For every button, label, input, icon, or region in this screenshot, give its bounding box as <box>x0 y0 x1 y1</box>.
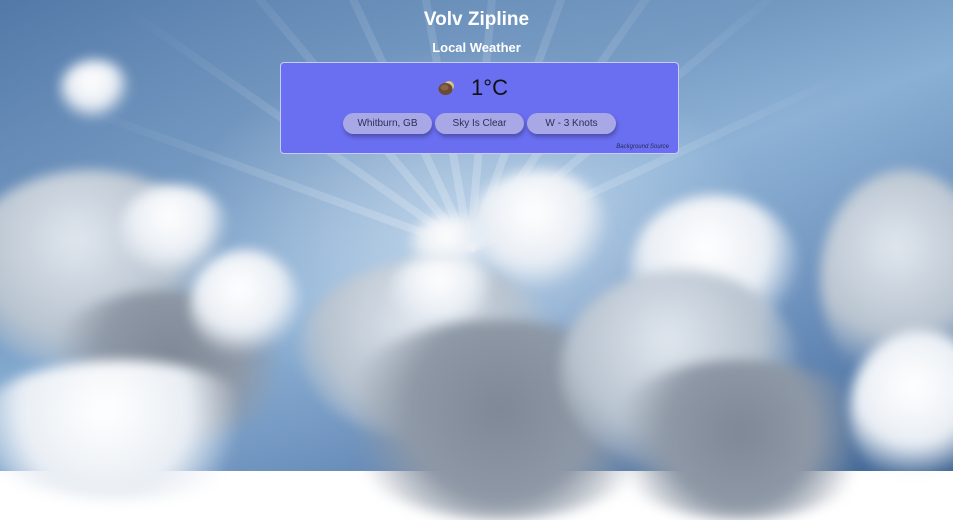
location-button[interactable]: Whitburn, GB <box>343 113 432 134</box>
cloud <box>600 360 880 520</box>
partly-cloudy-night-icon <box>438 81 455 95</box>
page-subtitle: Local Weather <box>432 40 521 55</box>
temperature-value: 1°C <box>471 75 508 100</box>
weather-details-row: Whitburn, GB Sky Is Clear W - 3 Knots <box>281 113 678 134</box>
page-title: Volv Zipline <box>423 9 530 30</box>
cloud <box>190 250 300 360</box>
condition-button[interactable]: Sky Is Clear <box>435 113 524 134</box>
background-source-link[interactable]: Background Source <box>616 144 669 150</box>
page-header: Volv Zipline Local Weather <box>0 8 953 56</box>
wind-button[interactable]: W - 3 Knots <box>527 113 616 134</box>
cloud <box>60 60 130 120</box>
cloud <box>390 255 500 325</box>
weather-card: 1°C Whitburn, GB Sky Is Clear W - 3 Knot… <box>280 62 679 154</box>
temperature-row: 1°C <box>281 75 678 101</box>
